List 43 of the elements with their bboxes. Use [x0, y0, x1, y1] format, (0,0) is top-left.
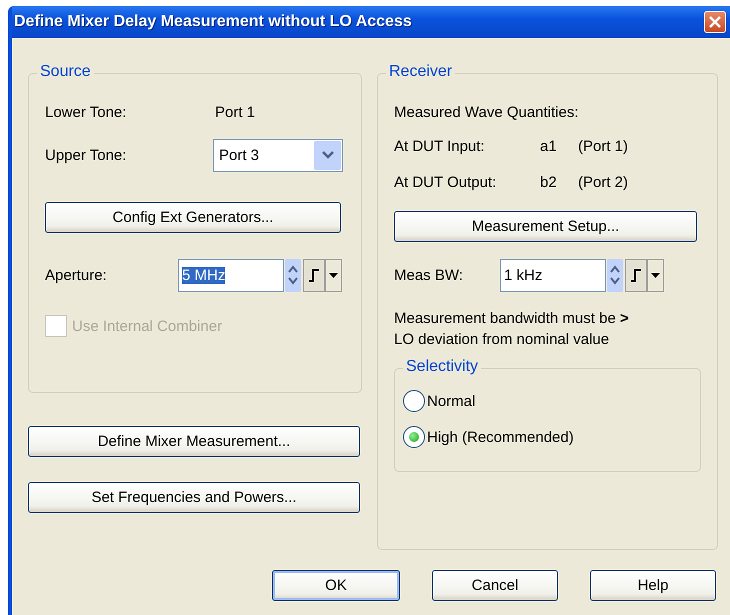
action-button[interactable]: Set Frequencies and Powers...	[28, 482, 360, 513]
caret-icon	[329, 272, 338, 278]
dropdown-button[interactable]	[325, 258, 342, 292]
field-label: Meas BW:	[394, 266, 464, 284]
step-button[interactable]	[625, 258, 647, 292]
spin-buttons[interactable]	[285, 258, 301, 292]
radio-label: High (Recommended)	[427, 428, 574, 446]
window-title: Define Mixer Delay Measurement without LO Access	[14, 13, 412, 31]
step-button[interactable]	[303, 258, 325, 292]
port-label: (Port 2)	[578, 174, 628, 190]
caret-icon	[651, 272, 660, 278]
field-value: Port 1	[215, 104, 256, 120]
dialog-button[interactable]: Cancel	[432, 570, 558, 601]
value-field[interactable]: 1 kHz	[500, 258, 606, 292]
close-button[interactable]	[704, 11, 726, 33]
port-dropdown[interactable]: Port 3	[213, 138, 343, 172]
dialog-button[interactable]: Help	[590, 570, 716, 601]
radio-label: Normal	[427, 392, 476, 410]
radio-button[interactable]	[403, 426, 425, 448]
close-icon	[708, 15, 722, 29]
checkbox-label: Use Internal Combiner	[72, 318, 222, 334]
value-field[interactable]: 5 MHz	[178, 258, 284, 292]
spin-buttons[interactable]	[607, 258, 623, 292]
field-label: Lower Tone:	[45, 104, 128, 120]
wave-quantity: a1	[540, 138, 558, 154]
dialog-button[interactable]: OK	[272, 570, 400, 601]
field-label: At DUT Input:	[394, 138, 486, 154]
field-label: Aperture:	[45, 266, 108, 284]
measurement-setup-button[interactable]: Measurement Setup...	[394, 210, 697, 242]
config-generators-button[interactable]: Config Ext Generators...	[45, 202, 341, 232]
step-icon	[308, 268, 320, 282]
wave-quantity: b2	[540, 174, 558, 190]
chevron-icon	[322, 151, 334, 159]
action-button[interactable]: Define Mixer Measurement...	[28, 426, 360, 457]
port-label: (Port 1)	[578, 138, 628, 154]
group-title: Selectivity	[403, 358, 482, 376]
dropdown-button[interactable]	[647, 258, 664, 292]
field-label: Upper Tone:	[45, 146, 128, 164]
step-icon	[630, 268, 642, 282]
bandwidth-note: Measurement bandwidth must be > LO deviation from nominal value	[394, 309, 630, 350]
radio-button[interactable]	[403, 390, 425, 412]
field-label: At DUT Output:	[394, 174, 498, 190]
section-heading: Measured Wave Quantities:	[394, 104, 579, 120]
